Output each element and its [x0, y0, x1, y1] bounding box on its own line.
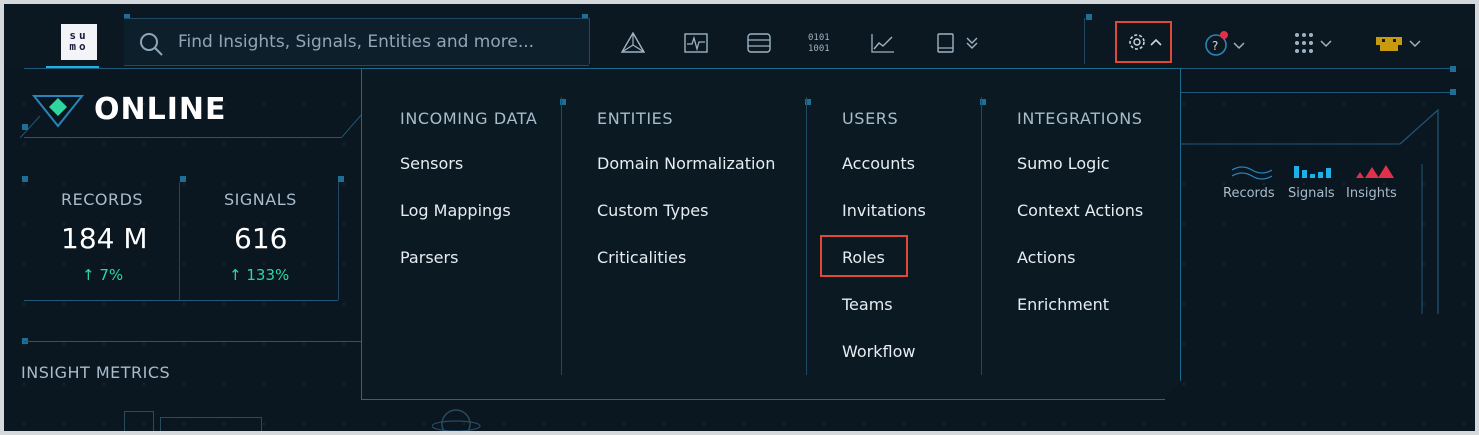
signals-value: 616	[234, 222, 288, 255]
legend-insights: Insights	[1346, 186, 1397, 201]
insights-triangles-icon	[1356, 165, 1394, 178]
corner-marker	[1450, 89, 1456, 95]
area-chart-icon[interactable]	[870, 32, 896, 54]
menu-heading-incoming-data: INCOMING DATA	[400, 109, 538, 128]
corner-marker	[1450, 66, 1456, 72]
chart-placeholder	[160, 417, 262, 431]
metric-divider	[179, 182, 180, 300]
header-separator	[1084, 18, 1085, 64]
records-wave-icon	[1232, 166, 1272, 180]
svg-text:0101: 0101	[808, 33, 830, 43]
menu-item-criticalities[interactable]: Criticalities	[597, 248, 686, 267]
app-frame: su mo Find Insights, Signals, Entities a…	[4, 4, 1475, 431]
signals-bars-icon	[1294, 166, 1331, 178]
column-divider	[806, 97, 807, 375]
menu-heading-entities: ENTITIES	[597, 109, 674, 128]
menu-item-workflow[interactable]: Workflow	[842, 342, 915, 361]
signals-delta-value: 133%	[246, 266, 290, 284]
heartbeat-monitor-icon[interactable]	[683, 32, 709, 54]
settings-button[interactable]	[1115, 21, 1172, 63]
planet-icon	[432, 409, 481, 431]
menu-item-sumo-logic[interactable]: Sumo Logic	[1017, 154, 1110, 173]
book-menu-button[interactable]	[934, 32, 990, 54]
chart-placeholder	[124, 411, 154, 431]
grid-icon	[1295, 33, 1332, 53]
triangle-network-icon[interactable]	[620, 31, 646, 54]
help-icon: ?	[1205, 31, 1245, 56]
records-delta-value: 7%	[99, 266, 124, 284]
corner-marker	[22, 124, 28, 130]
online-status-icon	[20, 95, 85, 139]
menu-item-teams[interactable]: Teams	[842, 295, 893, 314]
corner-marker	[1086, 14, 1092, 20]
search-icon	[138, 31, 164, 57]
menu-item-invitations[interactable]: Invitations	[842, 201, 926, 220]
records-label: RECORDS	[61, 190, 144, 209]
svg-text:1001: 1001	[808, 44, 830, 53]
user-menu-button[interactable]	[1374, 31, 1424, 57]
signals-label: SIGNALS	[224, 190, 297, 209]
records-delta: ↑ 7%	[82, 266, 123, 284]
settings-dropdown-menu: INCOMING DATA Sensors Log Mappings Parse…	[361, 68, 1181, 400]
column-divider	[561, 97, 562, 375]
records-value: 184 M	[61, 222, 148, 255]
menu-item-custom-types[interactable]: Custom Types	[597, 201, 708, 220]
status-underline	[24, 137, 342, 138]
global-search[interactable]: Find Insights, Signals, Entities and mor…	[124, 18, 589, 66]
avatar-icon	[1376, 37, 1421, 51]
legend-records: Records	[1223, 186, 1275, 201]
corner-marker	[22, 176, 28, 182]
column-divider	[981, 97, 982, 375]
right-panel-line	[1180, 92, 1452, 93]
menu-item-sensors[interactable]: Sensors	[400, 154, 463, 173]
legend-signals: Signals	[1288, 186, 1335, 201]
section-line	[24, 341, 362, 342]
header-separator	[589, 18, 590, 64]
signals-delta: ↑ 133%	[229, 266, 289, 284]
menu-heading-users: USERS	[842, 109, 899, 128]
right-panel-frame	[1180, 108, 1439, 314]
server-stack-icon[interactable]	[746, 32, 772, 54]
arrow-up-icon: ↑	[82, 266, 95, 284]
apps-menu-button[interactable]	[1292, 31, 1340, 57]
sumo-logo[interactable]: su mo	[61, 24, 97, 60]
metric-divider	[338, 182, 339, 300]
menu-item-roles[interactable]: Roles	[842, 248, 885, 267]
binary-data-icon[interactable]: 0101 1001	[808, 31, 832, 54]
insight-metrics-heading: INSIGHT METRICS	[21, 363, 171, 382]
svg-text:?: ?	[1212, 39, 1218, 53]
menu-item-parsers[interactable]: Parsers	[400, 248, 458, 267]
menu-item-context-actions[interactable]: Context Actions	[1017, 201, 1143, 220]
logo-active-indicator	[46, 66, 99, 68]
menu-item-actions[interactable]: Actions	[1017, 248, 1075, 267]
corner-marker	[180, 176, 186, 182]
help-button[interactable]: ?	[1204, 31, 1254, 57]
menu-item-domain-normalization[interactable]: Domain Normalization	[597, 154, 775, 173]
menu-item-enrichment[interactable]: Enrichment	[1017, 295, 1109, 314]
menu-item-accounts[interactable]: Accounts	[842, 154, 915, 173]
search-placeholder: Find Insights, Signals, Entities and mor…	[178, 32, 535, 52]
metric-bottom-line	[24, 300, 338, 301]
menu-heading-integrations: INTEGRATIONS	[1017, 109, 1143, 128]
status-title: ONLINE	[94, 92, 227, 127]
arrow-up-icon: ↑	[229, 266, 242, 284]
gear-icon	[1129, 34, 1162, 50]
menu-item-log-mappings[interactable]: Log Mappings	[400, 201, 511, 220]
